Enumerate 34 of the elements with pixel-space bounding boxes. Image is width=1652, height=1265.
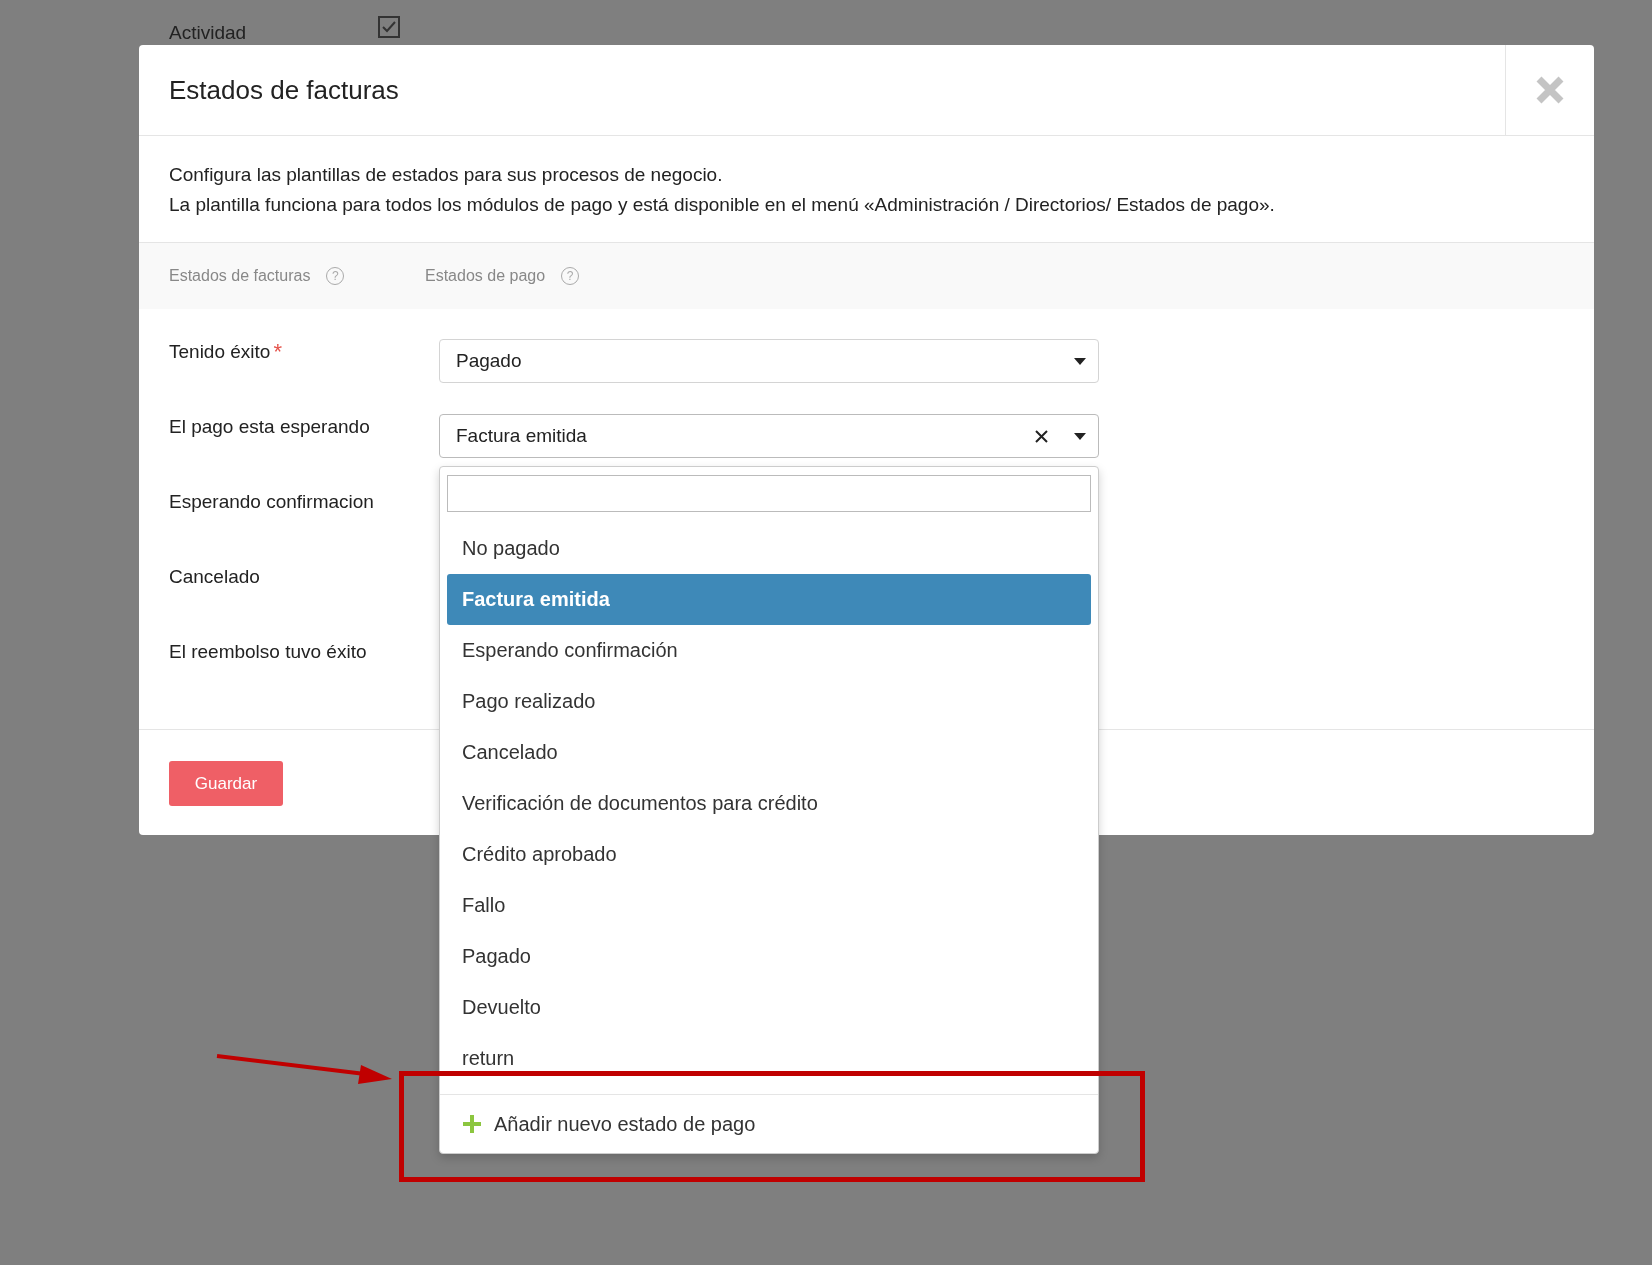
close-icon	[1535, 75, 1565, 105]
field-label: Actividad	[169, 21, 248, 44]
description-text: Configura las plantillas de estados para sus procesos de negocio.	[169, 163, 724, 187]
required-mark: *	[273, 341, 282, 363]
dropdown-option[interactable]: Factura emitida	[447, 574, 1091, 625]
dialog-title: Estados de facturas	[168, 73, 400, 107]
dropdown-option[interactable]: Pagado	[447, 931, 1091, 982]
field-label: Cancelado	[169, 566, 260, 588]
column-header: Estados de pago	[425, 267, 546, 285]
dropdown-option[interactable]: Pago realizado	[447, 676, 1091, 727]
description-text: La plantilla funciona para todos los módulos de pago y está disponible en el menú «Administración / Directorios/ Estados de pago».	[169, 193, 1276, 217]
field-label: Tenido éxito	[169, 341, 271, 363]
dropdown-option[interactable]: Verificación de documentos para crédito	[447, 778, 1091, 829]
dropdown-option[interactable]: Cancelado	[447, 727, 1091, 778]
dropdown-option[interactable]: Crédito aprobado	[447, 829, 1091, 880]
check-icon	[382, 20, 396, 33]
select-field[interactable]: Pagado	[439, 339, 1099, 383]
dropdown-option[interactable]: Devuelto	[447, 982, 1091, 1033]
select-field[interactable]: Factura emitida	[439, 414, 1099, 458]
dropdown-option[interactable]: Fallo	[447, 880, 1091, 931]
column-header: Estados de facturas	[169, 267, 311, 285]
plus-icon	[462, 1114, 482, 1134]
caret-icon[interactable]	[1074, 357, 1086, 365]
field-label: El reembolso tuvo éxito	[169, 641, 367, 663]
dropdown-option[interactable]: No pagado	[447, 523, 1091, 574]
clear-icon[interactable]	[1035, 429, 1048, 443]
dropdown-option[interactable]: Esperando confirmación	[447, 625, 1091, 676]
caret-icon[interactable]	[1074, 432, 1086, 440]
checkbox[interactable]	[378, 15, 400, 38]
field-label: El pago esta esperando	[169, 416, 370, 438]
search-field[interactable]	[447, 475, 1091, 512]
dropdown-option[interactable]: return	[447, 1033, 1091, 1084]
field-label: Esperando confirmacion	[169, 491, 374, 513]
add-status-action[interactable]: Añadir nuevo estado de pago	[440, 1094, 1098, 1153]
